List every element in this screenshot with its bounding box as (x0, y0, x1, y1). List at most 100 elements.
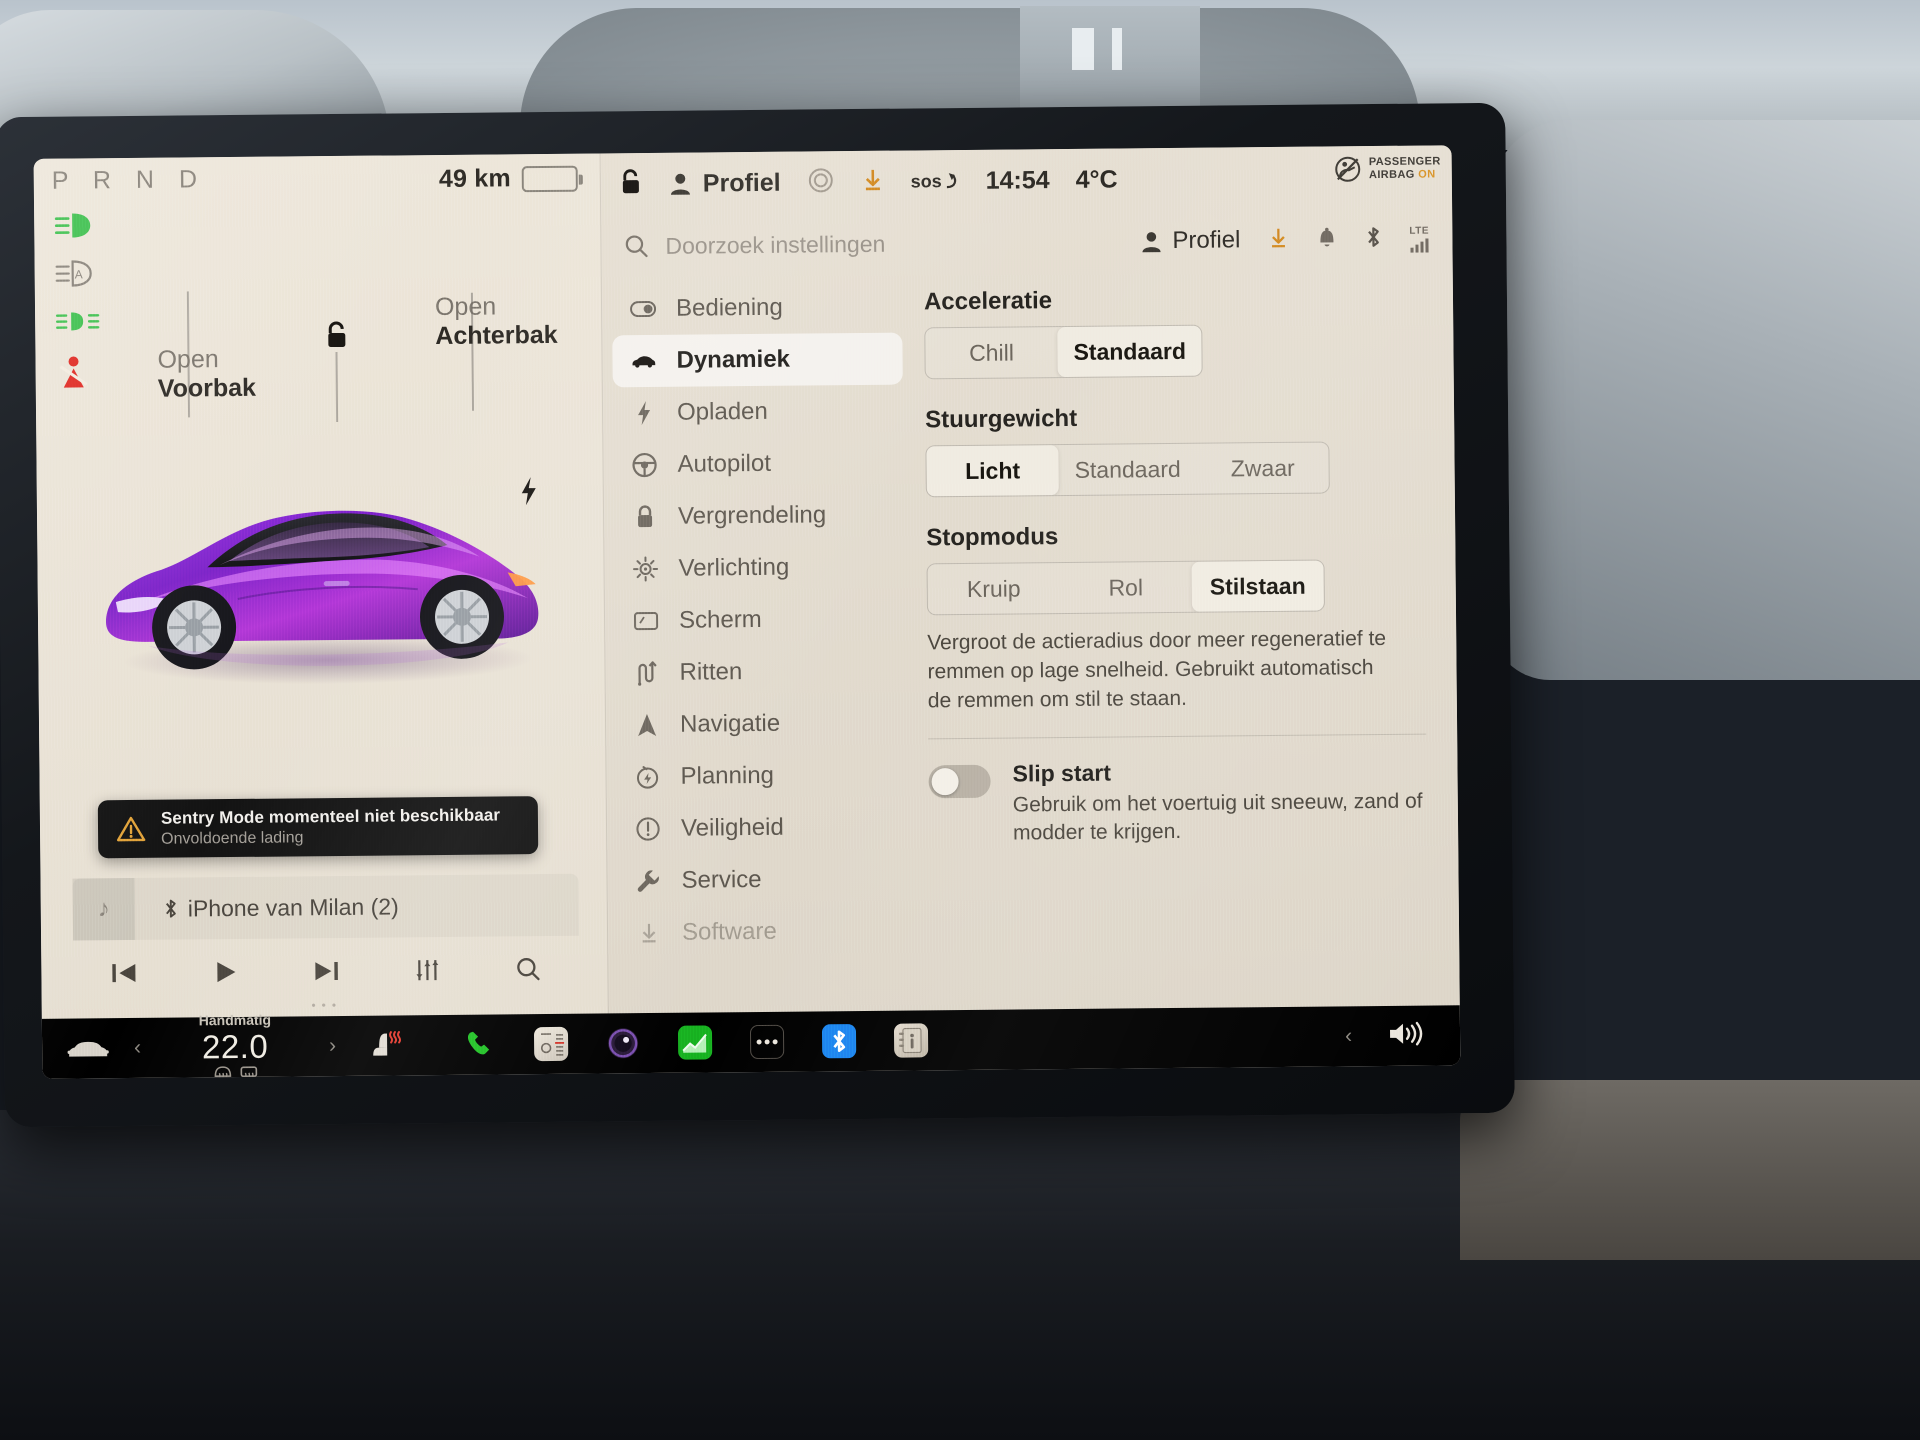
low-beam-headlight-telltale (52, 210, 98, 244)
energy-app[interactable] (676, 1023, 714, 1061)
car-controls-button[interactable] (42, 1035, 134, 1062)
phone-icon (468, 1031, 490, 1055)
defrost-front-icon[interactable] (213, 1065, 232, 1079)
sidebar-item-ritten[interactable]: Ritten (615, 645, 905, 700)
rear-trunk-line1: Open (434, 292, 497, 322)
equalizer-button[interactable] (410, 955, 444, 988)
next-track-button[interactable] (309, 956, 343, 989)
slip-start-description: Gebruik om het voertuig uit sneeuw, zand… (1012, 789, 1423, 845)
sidebar-item-software[interactable]: Software (618, 905, 908, 960)
chevron-left-icon[interactable]: ‹ (1345, 1024, 1352, 1048)
unlock-icon[interactable] (619, 168, 643, 201)
trips-road-icon (633, 660, 659, 686)
settings-pane: Profiel sos 14:54 4°C PASSENGER AIRBAG O… (599, 145, 1461, 1014)
heated-seat-icon (373, 1031, 402, 1056)
bluetooth-app[interactable] (820, 1022, 858, 1060)
bluetooth-icon[interactable] (1364, 224, 1382, 253)
steering-option-standaard[interactable]: Standaard (1058, 444, 1197, 495)
stop-option-rol[interactable]: Rol (1060, 562, 1192, 613)
vehicle-image[interactable] (86, 446, 558, 701)
temperature-block[interactable]: Handmatig 22.0 (155, 1012, 315, 1078)
acceleration-option-standaard[interactable]: Standaard (1057, 325, 1203, 378)
sidebar-item-label: Opladen (676, 397, 768, 426)
sidebar-item-bediening[interactable]: Bediening (612, 281, 902, 336)
notification-title: Sentry Mode momenteel niet beschikbaar (160, 805, 501, 828)
stopping-mode-label: Stopmodus (926, 523, 1059, 552)
speaker-volume-icon (1390, 1021, 1423, 1045)
defrost-rear-icon[interactable] (239, 1065, 258, 1079)
phone-app[interactable] (460, 1025, 498, 1063)
sentry-mode-notification[interactable]: Sentry Mode momenteel niet beschikbaar O… (97, 796, 539, 859)
sidebar-item-label: Autopilot (677, 449, 772, 478)
toggle-icon (630, 301, 657, 318)
sidebar-item-verlichting[interactable]: Verlichting (614, 541, 904, 596)
steering-option-zwaar[interactable]: Zwaar (1197, 442, 1329, 493)
sidebar-item-opladen[interactable]: Opladen (613, 385, 903, 440)
open-front-trunk-button[interactable]: Open Voorbak (157, 345, 256, 403)
heated-seat-button[interactable] (336, 1030, 432, 1061)
sos-button[interactable]: sos (911, 171, 960, 192)
climate-mode-label: Handmatig (198, 1011, 272, 1029)
sidebar-item-scherm[interactable]: Scherm (615, 593, 905, 648)
temp-decrease-button[interactable]: ‹ (134, 1036, 141, 1060)
passenger-airbag-indicator: PASSENGER AIRBAG ON (1335, 155, 1441, 182)
parked-car-right (1490, 120, 1920, 680)
front-trunk-line2: Voorbak (157, 373, 257, 403)
steering-weight-label: Stuurgewicht (925, 404, 1078, 434)
open-rear-trunk-button[interactable]: Open Achterbak (435, 292, 558, 350)
sidebar-item-label: Vergrendeling (677, 501, 827, 530)
vehicle-hero: Open Voorbak Open Achterbak Sentry Mode … (34, 245, 606, 910)
energy-chart-icon (677, 1025, 713, 1060)
sidebar-item-label: Veiligheid (680, 813, 784, 842)
bottom-taskbar: ‹ Handmatig 22.0 › ‹ (41, 1005, 1461, 1079)
sidebar-item-label: Planning (680, 761, 775, 790)
sidebar-item-dynamiek[interactable]: Dynamiek (612, 332, 903, 388)
temp-increase-button[interactable]: › (329, 1034, 336, 1058)
sidebar-item-planning[interactable]: Planning (616, 749, 906, 804)
sidebar-item-autopilot[interactable]: Autopilot (613, 437, 903, 492)
volume-button[interactable] (1386, 1018, 1426, 1053)
software-download-icon[interactable] (1267, 225, 1289, 254)
bolt-icon (631, 400, 657, 426)
settings-body: Bediening Dynamiek Opladen Autopilot Ver… (602, 275, 1461, 1013)
steering-option-licht[interactable]: Licht (926, 445, 1059, 497)
acceleration-option-chill[interactable]: Chill (925, 327, 1057, 378)
sidebar-item-label: Dynamiek (676, 345, 791, 374)
download-icon[interactable] (860, 166, 884, 197)
person-icon (670, 173, 690, 195)
media-controls (73, 942, 580, 1005)
more-apps[interactable] (748, 1023, 786, 1061)
passenger-airbag-off-icon (1335, 156, 1361, 182)
radio-tuner-icon (533, 1026, 569, 1062)
previous-track-button[interactable] (107, 958, 141, 991)
search-input[interactable]: Doorzoek instellingen (665, 230, 885, 259)
profile-button[interactable]: Profiel (669, 168, 781, 198)
tesla-touchscreen[interactable]: P R N D A 49 km Open Voorbak Open Achter… (33, 145, 1461, 1079)
play-button[interactable] (208, 957, 242, 990)
radio-app[interactable] (532, 1025, 570, 1063)
notifications-bell-icon[interactable] (1316, 225, 1337, 254)
sidebar-item-service[interactable]: Service (617, 853, 907, 908)
steering-wheel-icon (631, 452, 657, 478)
media-player: ♪ iPhone van Milan (2) ••• (72, 874, 580, 1012)
settings-profile-button[interactable]: Profiel (1140, 226, 1241, 255)
slip-start-toggle[interactable] (928, 764, 991, 799)
search-icon (625, 235, 648, 258)
sos-label: sos (910, 170, 942, 191)
media-search-button[interactable] (512, 955, 546, 988)
media-card[interactable]: ♪ iPhone van Milan (2) (72, 874, 579, 941)
lte-signal-icon: LTE (1409, 225, 1433, 253)
sidebar-item-label: Verlichting (678, 553, 790, 582)
battery-icon (521, 165, 578, 192)
dashcam-app[interactable] (604, 1024, 642, 1062)
sidebar-item-vergrendeling[interactable]: Vergrendeling (614, 489, 904, 544)
settings-search-row: Doorzoek instellingen Profiel LTE (601, 207, 1454, 277)
stop-option-kruip[interactable]: Kruip (928, 563, 1060, 614)
circle-icon[interactable] (806, 166, 834, 199)
sidebar-item-navigatie[interactable]: Navigatie (616, 697, 906, 752)
person-icon (1142, 231, 1161, 252)
sidebar-item-veiligheid[interactable]: Veiligheid (617, 801, 907, 856)
stop-option-stilstaan[interactable]: Stilstaan (1191, 560, 1324, 612)
ellipsis-icon (749, 1024, 785, 1060)
manual-app[interactable] (892, 1021, 930, 1059)
